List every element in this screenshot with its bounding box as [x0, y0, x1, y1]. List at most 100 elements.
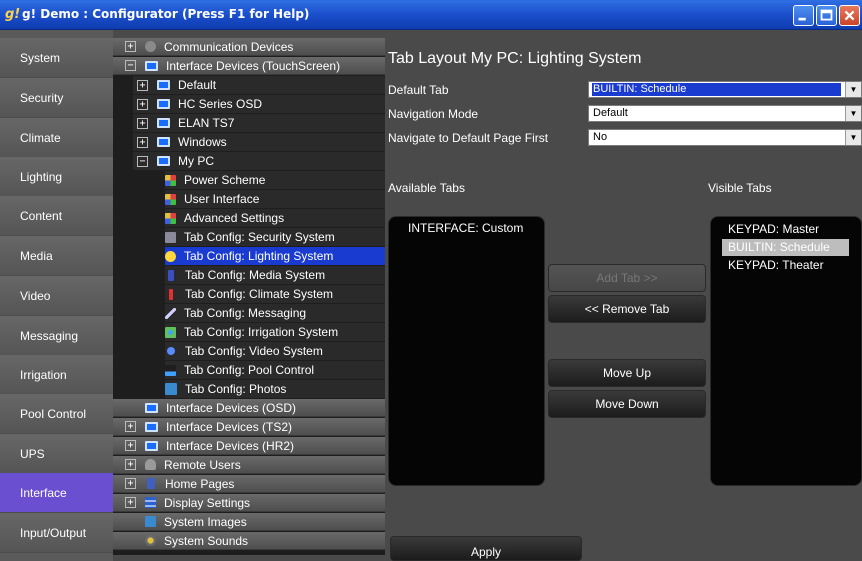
tree-label: Tab Config: Irrigation System	[184, 325, 339, 339]
expand-icon[interactable]: +	[137, 117, 148, 129]
chevron-down-icon[interactable]: ▼	[845, 82, 861, 97]
tree-label: Tab Config: Video System	[185, 344, 323, 358]
tree-tab-photos[interactable]: Tab Config: Photos	[165, 380, 385, 398]
collapse-icon[interactable]: −	[125, 60, 136, 71]
apply-button[interactable]: Apply	[390, 536, 582, 561]
tree-advanced-settings[interactable]: Advanced Settings	[165, 209, 385, 227]
nav-media[interactable]: Media	[0, 236, 113, 276]
navigation-mode-select[interactable]: Default ▼	[588, 105, 862, 122]
tree-label: Interface Devices (OSD)	[166, 400, 297, 415]
add-tab-button[interactable]: Add Tab >>	[548, 264, 706, 292]
expand-icon[interactable]: +	[125, 440, 136, 451]
collapse-icon[interactable]: −	[137, 155, 148, 167]
sprinkler-icon	[165, 326, 176, 338]
photo-icon	[165, 383, 177, 395]
minimize-icon	[798, 17, 806, 21]
expand-icon[interactable]: +	[125, 478, 136, 489]
tree-tab-security[interactable]: Tab Config: Security System	[165, 228, 385, 246]
list-item[interactable]: KEYPAD: Theater	[722, 257, 824, 274]
tree-power-scheme[interactable]: Power Scheme	[165, 171, 385, 189]
nav-input-output[interactable]: Input/Output	[0, 513, 113, 553]
tree-tab-pool[interactable]: Tab Config: Pool Control	[165, 361, 385, 379]
tree-home-pages[interactable]: + Home Pages	[113, 475, 385, 493]
tree-label: My PC	[178, 154, 214, 168]
nav-label: System	[20, 50, 61, 65]
tree-windows[interactable]: + Windows	[133, 133, 385, 151]
tree-user-interface[interactable]: User Interface	[165, 190, 385, 208]
expand-icon[interactable]: +	[137, 136, 148, 148]
nav-pool-control[interactable]: Pool Control	[0, 394, 113, 434]
tree-elan-ts7[interactable]: + ELAN TS7	[133, 114, 385, 132]
pool-icon	[165, 364, 176, 376]
nav-messaging[interactable]: Messaging	[0, 316, 113, 356]
tree-label: Communication Devices	[164, 39, 294, 54]
touchscreen-icon	[157, 156, 170, 166]
tree-tab-media[interactable]: Tab Config: Media System	[165, 266, 385, 284]
tree-remote-users[interactable]: + Remote Users	[113, 456, 385, 474]
available-tabs-list[interactable]: INTERFACE: Custom	[388, 216, 545, 486]
default-tab-select[interactable]: BUILTIN: Schedule ▼	[588, 81, 862, 98]
page-icon	[147, 478, 155, 489]
tree-system-images[interactable]: System Images	[113, 513, 385, 531]
tree-interface-ts2[interactable]: + Interface Devices (TS2)	[113, 418, 385, 436]
tree-interface-hr2[interactable]: + Interface Devices (HR2)	[113, 437, 385, 455]
expand-icon[interactable]: +	[125, 421, 136, 432]
navigate-default-select[interactable]: No ▼	[588, 129, 862, 146]
lightbulb-icon	[165, 250, 176, 262]
default-tab-value: BUILTIN: Schedule	[592, 83, 841, 96]
nav-video[interactable]: Video	[0, 276, 113, 316]
tree-system-sounds[interactable]: System Sounds	[113, 532, 385, 550]
nav-lighting[interactable]: Lighting	[0, 157, 113, 197]
keypad-icon	[165, 231, 176, 243]
list-item[interactable]: INTERFACE: Custom	[402, 220, 523, 237]
touchscreen-icon	[145, 440, 158, 451]
expand-icon[interactable]: +	[137, 79, 148, 91]
nav-security[interactable]: Security	[0, 78, 113, 118]
nav-climate[interactable]: Climate	[0, 118, 113, 158]
tree-default[interactable]: + Default	[133, 76, 385, 94]
chevron-down-icon[interactable]: ▼	[845, 130, 861, 145]
tree-tab-climate[interactable]: Tab Config: Climate System	[165, 285, 385, 303]
expand-icon[interactable]: +	[125, 497, 136, 508]
close-button[interactable]	[839, 5, 860, 26]
tree-tab-lighting[interactable]: Tab Config: Lighting System	[165, 247, 385, 265]
pen-icon	[165, 307, 176, 319]
window-title: g! Demo : Configurator (Press F1 for Hel…	[22, 7, 310, 21]
tree-label: System Images	[164, 514, 247, 529]
tree-hc-series-osd[interactable]: + HC Series OSD	[133, 95, 385, 113]
tree-my-pc[interactable]: − My PC	[133, 152, 385, 170]
tree-display-settings[interactable]: + Display Settings	[113, 494, 385, 512]
nav-system[interactable]: System	[0, 38, 113, 78]
visible-tabs-label: Visible Tabs	[708, 181, 772, 195]
minimize-button[interactable]	[793, 5, 814, 26]
tree-tab-video[interactable]: Tab Config: Video System	[165, 342, 385, 360]
tree-label: User Interface	[184, 192, 260, 206]
tree-communication-devices[interactable]: + Communication Devices	[113, 38, 385, 56]
tree-tab-messaging[interactable]: Tab Config: Messaging	[165, 304, 385, 322]
list-item[interactable]: BUILTIN: Schedule	[722, 239, 849, 256]
expand-icon[interactable]: +	[125, 41, 136, 52]
move-down-button[interactable]: Move Down	[548, 390, 706, 418]
remove-tab-button[interactable]: << Remove Tab	[548, 295, 706, 323]
tree-interface-osd[interactable]: Interface Devices (OSD)	[113, 399, 385, 417]
chevron-down-icon[interactable]: ▼	[845, 106, 861, 121]
move-up-button[interactable]: Move Up	[548, 359, 706, 387]
list-item[interactable]: KEYPAD: Master	[722, 221, 819, 238]
nav-label: Climate	[20, 130, 61, 145]
tree-tab-irrigation[interactable]: Tab Config: Irrigation System	[165, 323, 385, 341]
tree-interface-touchscreen[interactable]: − Interface Devices (TouchScreen)	[113, 57, 385, 75]
nav-interface[interactable]: Interface	[0, 473, 113, 513]
nav-ups[interactable]: UPS	[0, 434, 113, 474]
nav-irrigation[interactable]: Irrigation	[0, 355, 113, 395]
tree-label: System Sounds	[164, 533, 249, 548]
expand-icon[interactable]: +	[125, 459, 136, 470]
expand-icon[interactable]: +	[137, 98, 148, 110]
visible-tabs-list[interactable]: KEYPAD: Master BUILTIN: Schedule KEYPAD:…	[710, 216, 862, 486]
maximize-button[interactable]	[816, 5, 837, 26]
navigate-default-value: No	[593, 131, 608, 143]
users-icon	[145, 459, 156, 470]
music-note-icon	[168, 269, 174, 281]
tree-label: Tab Config: Security System	[184, 230, 335, 244]
nav-content[interactable]: Content	[0, 196, 113, 236]
tree-label: Tab Config: Pool Control	[184, 363, 315, 377]
